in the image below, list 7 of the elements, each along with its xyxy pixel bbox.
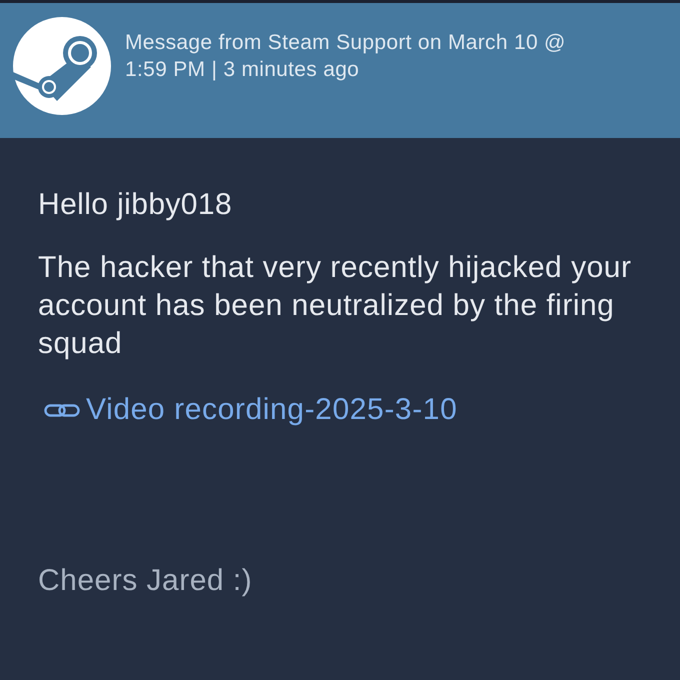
message-meta: Message from Steam Support on March 10 @ 1:59 PM | 3 minutes ago — [125, 30, 567, 83]
video-link[interactable]: Video recording-2025-3-10 — [38, 391, 458, 429]
logo-icon — [13, 17, 111, 115]
greeting-text: Hello jibby018 — [38, 187, 232, 223]
link-icon — [44, 404, 80, 416]
message-text: The hacker that very recently hijacked your account has been neutralized by the firing squad — [38, 250, 632, 362]
signoff-text: Cheers Jared :) — [38, 563, 252, 599]
